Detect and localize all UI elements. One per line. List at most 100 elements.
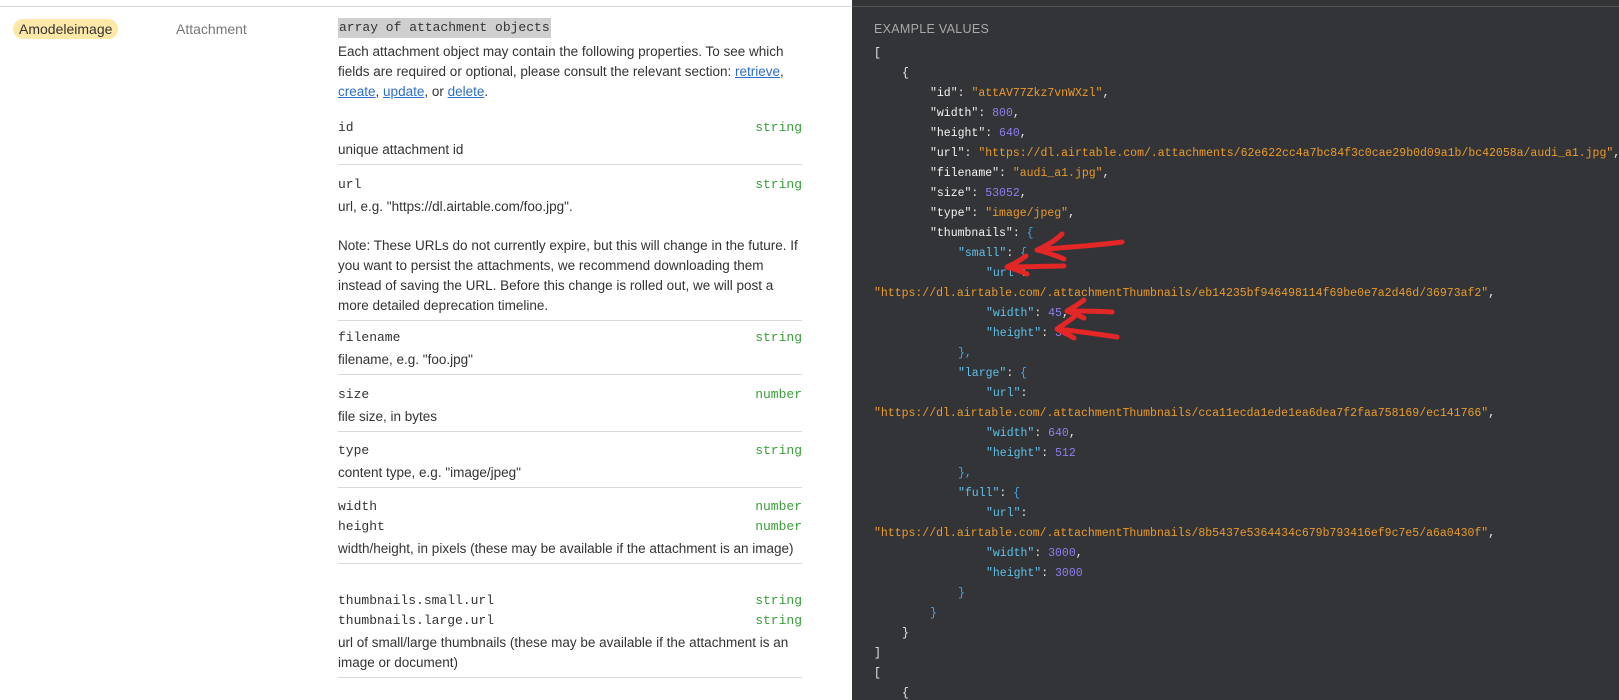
property-name: filename xyxy=(338,330,401,345)
code-token: }, xyxy=(958,347,972,360)
code-token: [ xyxy=(874,47,881,60)
code-token: : xyxy=(1041,327,1056,340)
code-token: "https://dl.airtable.com/.attachmentThum… xyxy=(874,527,1489,540)
code-token: "audi_a1.jpg" xyxy=(1012,167,1103,180)
code-line: } xyxy=(874,584,1619,604)
code-token: 640 xyxy=(999,127,1020,140)
code-token: type xyxy=(936,207,965,220)
link-update[interactable]: update xyxy=(383,84,424,99)
property-type: number xyxy=(755,499,802,514)
property-type: string xyxy=(755,177,802,192)
property-name: height xyxy=(338,519,385,534)
code-token: , xyxy=(1012,107,1020,120)
code-line: } xyxy=(874,604,1619,624)
code-token: height xyxy=(936,127,979,140)
code-token: ": xyxy=(978,127,1000,140)
code-token: " xyxy=(930,207,937,220)
property-row: thumbnails.small.url string xyxy=(338,591,802,611)
code-line: "width": 45, xyxy=(874,304,1619,324)
code-token: { xyxy=(902,687,909,700)
code-line: "height": 640, xyxy=(874,124,1619,144)
code-token: ": xyxy=(957,147,979,160)
code-token: ] xyxy=(874,647,881,660)
link-retrieve[interactable]: retrieve xyxy=(735,64,780,79)
code-token: "height" xyxy=(986,567,1042,580)
code-token: 640 xyxy=(1048,427,1069,440)
property-row: id string xyxy=(338,118,802,138)
code-token: "full" xyxy=(958,487,1000,500)
code-token: , xyxy=(1488,527,1496,540)
code-token: : xyxy=(1006,367,1021,380)
intro-paragraph: Each attachment object may contain the f… xyxy=(338,42,802,102)
code-token: "https://dl.airtable.com/.attachmentThum… xyxy=(874,287,1489,300)
property-description: width/height, in pixels (these may be av… xyxy=(338,541,794,556)
code-token: " xyxy=(930,87,937,100)
code-line: "width": 640, xyxy=(874,424,1619,444)
code-token: " xyxy=(930,167,937,180)
code-line: "full": { xyxy=(874,484,1619,504)
code-token: " xyxy=(930,227,937,240)
separator: , xyxy=(375,84,384,99)
code-token: } xyxy=(902,627,909,640)
code-line: "height": 3000 xyxy=(874,564,1619,584)
code-token: : xyxy=(1020,387,1028,400)
link-create[interactable]: create xyxy=(338,84,376,99)
code-token: , xyxy=(1488,287,1496,300)
code-line: "url": xyxy=(874,504,1619,524)
code-token: } xyxy=(958,587,965,600)
code-token: , xyxy=(1068,207,1075,220)
code-token: { xyxy=(902,67,909,80)
code-token: : xyxy=(1006,247,1021,260)
code-token: : xyxy=(1020,507,1028,520)
code-token: "width" xyxy=(986,307,1035,320)
code-line: ] xyxy=(874,644,1619,664)
property-name: size xyxy=(338,387,370,402)
field-name-badge[interactable]: Amodeleimage xyxy=(13,19,119,39)
property-type: string xyxy=(755,330,802,345)
property-row: filename string xyxy=(338,328,802,348)
property-row: thumbnails.large.url string xyxy=(338,611,802,631)
code-line: "url": "https://dl.airtable.com/.attachm… xyxy=(874,144,1619,164)
link-delete[interactable]: delete xyxy=(448,84,485,99)
property-description: content type, e.g. "image/jpeg" xyxy=(338,465,521,480)
property-description: url, e.g. "https://dl.airtable.com/foo.j… xyxy=(338,199,573,214)
code-token: width xyxy=(936,107,972,120)
intro-text: Each attachment object may contain the f… xyxy=(338,44,784,79)
property-item: type string content type, e.g. "image/jpeg… xyxy=(338,441,802,488)
example-code-block[interactable]: [{"id": "attAV77Zkz7vnWXzl", "width": 800… xyxy=(874,44,1619,700)
code-line: [ xyxy=(874,664,1619,684)
code-token: "https://dl.airtable.com/.attachments/62… xyxy=(978,147,1614,160)
property-description: file size, in bytes xyxy=(338,409,438,424)
code-token: "height" xyxy=(986,447,1042,460)
code-token: "height" xyxy=(986,327,1042,340)
property-name: width xyxy=(338,499,378,514)
code-token: "image/jpeg" xyxy=(985,207,1069,220)
code-token: "url" xyxy=(986,267,1021,280)
code-token: 36 xyxy=(1055,327,1069,340)
code-token: "width" xyxy=(986,427,1035,440)
code-token: , xyxy=(1102,87,1110,100)
property-item: id string unique attachment id xyxy=(338,118,802,165)
property-row: size number xyxy=(338,385,802,405)
code-token: , xyxy=(1075,547,1083,560)
property-name: thumbnails.large.url xyxy=(338,613,495,628)
code-token: thumbnails xyxy=(936,227,1006,240)
code-token: ": xyxy=(950,87,972,100)
separator: , or xyxy=(424,84,448,99)
property-item: width number height number width/height, in … xyxy=(338,497,802,564)
code-token: 512 xyxy=(1055,447,1076,460)
code-line: { xyxy=(874,64,1619,84)
code-token: { xyxy=(1020,247,1028,260)
code-token: 53052 xyxy=(985,187,1020,200)
code-token: "attAV77Zkz7vnWXzl" xyxy=(971,87,1103,100)
code-token: "small" xyxy=(958,247,1007,260)
property-name: id xyxy=(338,120,354,135)
property-row: type string xyxy=(338,441,802,461)
property-item: url string url, e.g. "https://dl.airtable.… xyxy=(338,175,802,321)
code-token: 45 xyxy=(1048,307,1062,320)
code-token: "https://dl.airtable.com/.attachmentThum… xyxy=(874,407,1489,420)
code-token: { xyxy=(1020,367,1028,380)
code-token: " xyxy=(930,147,937,160)
code-token: : xyxy=(999,487,1014,500)
property-description: filename, e.g. "foo.jpg" xyxy=(338,352,473,367)
